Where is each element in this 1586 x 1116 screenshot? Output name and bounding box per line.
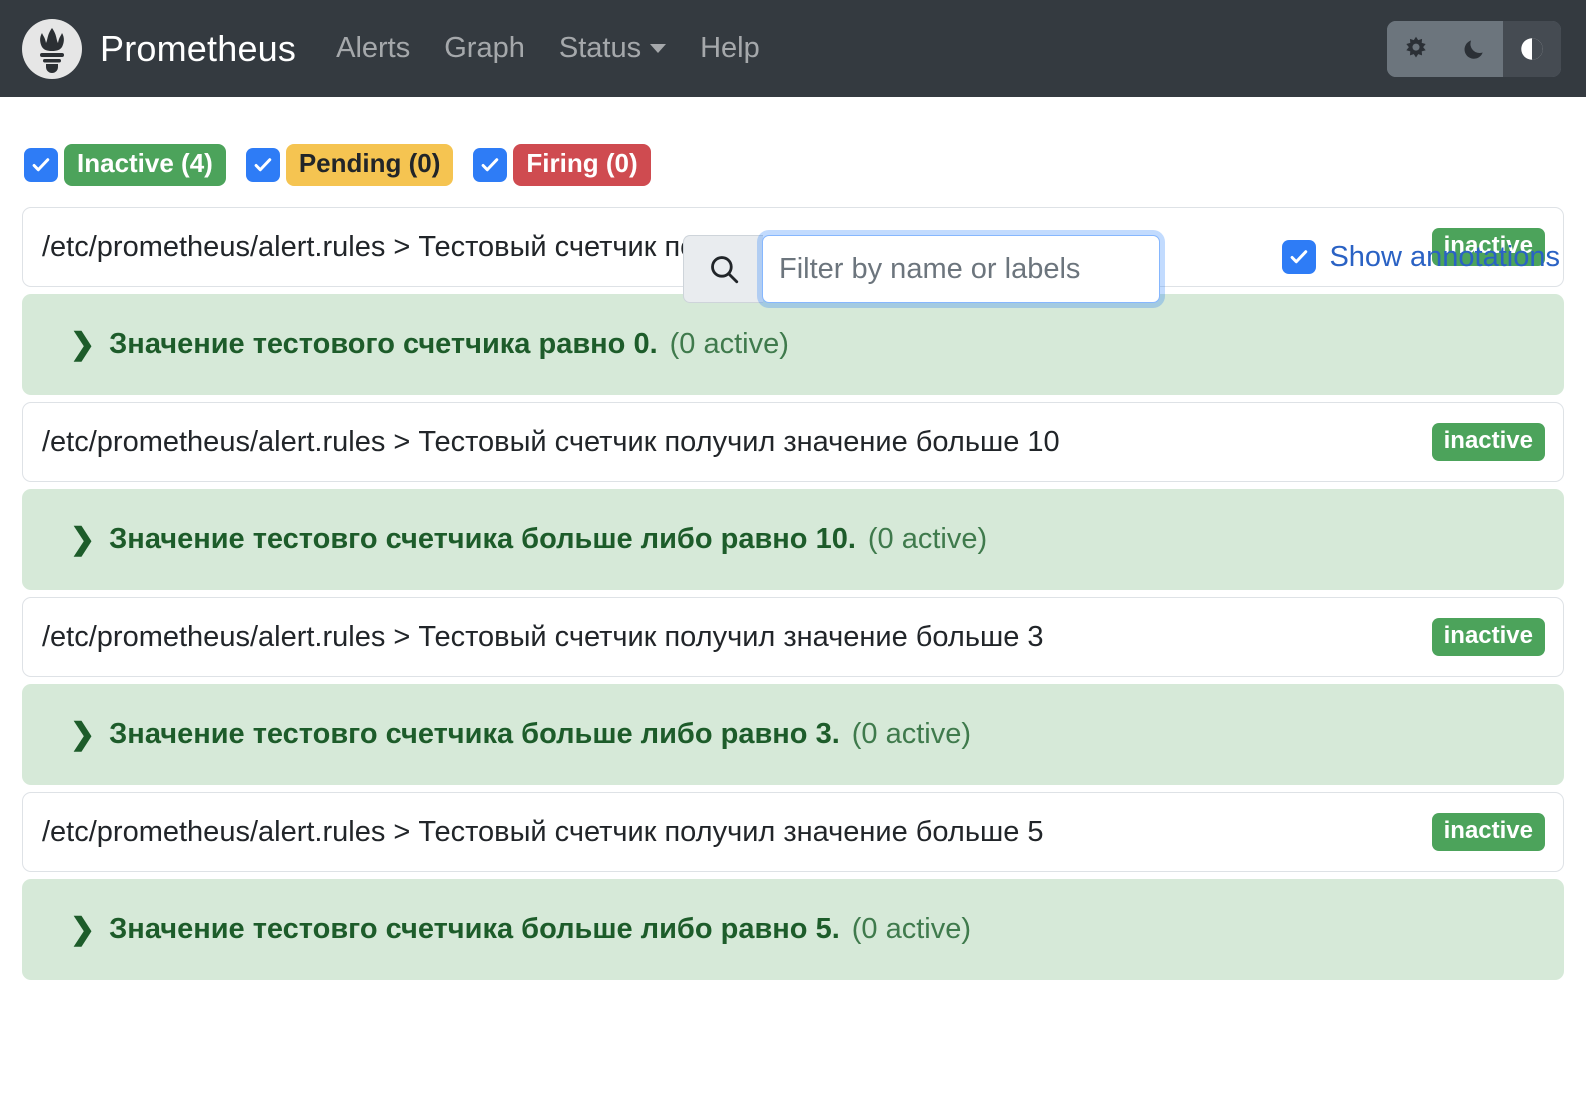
nav-link-alerts[interactable]: Alerts (336, 32, 410, 65)
annotation-active-count: (0 active) (867, 523, 988, 555)
half-circle-icon (1521, 38, 1543, 60)
nav-link-status[interactable]: Status (558, 32, 667, 65)
annotation-active-count: (0 active) (851, 718, 972, 750)
annotation-panel[interactable]: ❯ Значение тестовго счетчика больше либо… (22, 879, 1564, 980)
check-icon (254, 158, 272, 172)
nav-link-alerts-label: Alerts (336, 32, 411, 64)
check-icon (1291, 250, 1308, 264)
status-badge: inactive (1431, 617, 1545, 657)
nav-link-graph[interactable]: Graph (444, 32, 525, 65)
annotation-title: Значение тестовго счетчика больше либо р… (109, 913, 840, 945)
table-row[interactable]: /etc/prometheus/alert.rules > Тестовый с… (22, 597, 1564, 677)
dark-theme-button[interactable] (1445, 21, 1503, 77)
annotation-panel[interactable]: ❯ Значение тестовго счетчика больше либо… (22, 489, 1564, 590)
brand-title: Prometheus (100, 27, 297, 69)
annotation-header[interactable]: ❯ Значение тестовго счетчика больше либо… (70, 913, 971, 946)
annotation-title: Значение тестовго счетчика больше либо р… (109, 718, 840, 750)
search-icon (683, 235, 763, 303)
prometheus-torch-logo-icon (22, 18, 82, 79)
filter-firing[interactable]: Firing (0) (473, 144, 670, 186)
status-badge: inactive (1431, 422, 1545, 462)
nav-link-graph-label: Graph (444, 32, 525, 64)
chevron-right-icon[interactable]: ❯ (70, 720, 95, 750)
status-badge: inactive (1431, 812, 1545, 852)
rule-name: /etc/prometheus/alert.rules > Тестовый с… (42, 815, 1044, 848)
alerts-list: /etc/prometheus/alert.rules > Тестовый с… (0, 207, 1586, 980)
nav-link-help[interactable]: Help (700, 32, 760, 65)
filter-pending[interactable]: Pending (0) (245, 144, 474, 186)
moon-icon (1464, 40, 1483, 59)
rule-name: /etc/prometheus/alert.rules > Тестовый с… (42, 425, 1060, 458)
filter-firing-checkbox[interactable] (473, 147, 508, 182)
controls-bar: Inactive (4) Pending (0) Firing (0) Filt… (0, 97, 1586, 303)
annotation-panel[interactable]: ❯ Значение тестовго счетчика больше либо… (22, 684, 1564, 785)
annotation-title: Значение тестовго счетчика больше либо р… (109, 523, 856, 555)
chevron-right-icon[interactable]: ❯ (70, 915, 95, 945)
annotation-header[interactable]: ❯ Значение тестового счетчика равно 0. (… (70, 328, 789, 361)
filter-inactive-checkbox[interactable] (24, 147, 58, 182)
annotation-header[interactable]: ❯ Значение тестовго счетчика больше либо… (70, 718, 971, 751)
show-annotations-label: Show annotations (1329, 240, 1560, 273)
chevron-right-icon[interactable]: ❯ (70, 525, 95, 555)
filter-firing-label[interactable]: Firing (0) (513, 144, 651, 186)
show-annotations-toggle[interactable]: Show annotations (1282, 240, 1560, 274)
filter-inactive[interactable]: Inactive (4) (24, 144, 246, 186)
annotation-active-count: (0 active) (851, 913, 972, 945)
filter-inactive-label[interactable]: Inactive (4) (64, 144, 226, 186)
rule-name: /etc/prometheus/alert.rules > Тестовый с… (42, 620, 1044, 653)
table-row[interactable]: /etc/prometheus/alert.rules > Тестовый с… (22, 792, 1564, 872)
filter-pending-label[interactable]: Pending (0) (285, 144, 454, 186)
annotation-active-count: (0 active) (669, 328, 789, 360)
sun-icon (1406, 36, 1426, 58)
state-filter-group: Inactive (4) Pending (0) Firing (0) (24, 144, 671, 186)
chevron-down-icon (650, 44, 667, 53)
auto-theme-button[interactable] (1503, 21, 1561, 77)
check-icon (482, 158, 499, 172)
table-row[interactable]: /etc/prometheus/alert.rules > Тестовый с… (22, 402, 1564, 482)
search-group (683, 235, 1160, 303)
show-annotations-checkbox[interactable] (1282, 240, 1317, 274)
search-input[interactable] (762, 235, 1160, 303)
brand[interactable]: Prometheus (22, 18, 297, 79)
light-theme-button[interactable] (1387, 21, 1445, 77)
annotation-panel[interactable]: ❯ Значение тестового счетчика равно 0. (… (22, 294, 1564, 395)
nav-link-help-label: Help (700, 32, 760, 64)
annotation-title: Значение тестового счетчика равно 0. (109, 328, 658, 360)
chevron-right-icon[interactable]: ❯ (70, 330, 95, 360)
nav-link-status-label: Status (558, 32, 642, 64)
theme-switcher (1387, 21, 1561, 77)
check-icon (32, 158, 50, 172)
filter-pending-checkbox[interactable] (245, 147, 280, 182)
top-navbar: Prometheus Alerts Graph Status Help (0, 0, 1586, 97)
nav-links: Alerts Graph Status Help (336, 32, 760, 65)
annotation-header[interactable]: ❯ Значение тестовго счетчика больше либо… (70, 523, 987, 556)
